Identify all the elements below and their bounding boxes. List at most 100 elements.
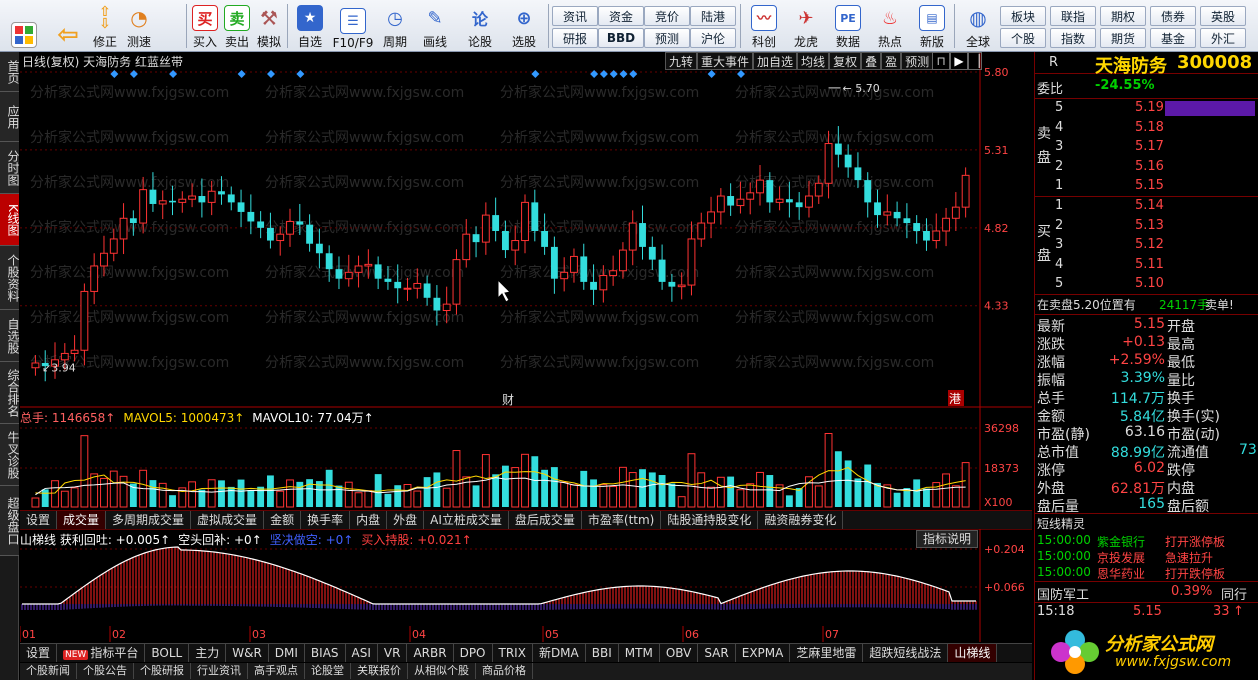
hotspot-button[interactable]: ♨ 热点 (870, 2, 910, 50)
panel-toggle-icon[interactable]: ▕ (968, 52, 982, 70)
info-tab-2[interactable]: 个股研报 (134, 663, 191, 679)
vol-tab-8[interactable]: AI立桩成交量 (424, 511, 509, 529)
revise-button[interactable]: ⇧ ⇩ 修正 (88, 2, 122, 50)
period-button[interactable]: ◷ 周期 (378, 2, 412, 50)
ind-tab-8[interactable]: VR (378, 644, 408, 662)
ind-tab-6[interactable]: BIAS (305, 644, 346, 662)
mini-btn-auction[interactable]: 竞价 (644, 6, 690, 26)
indicator-explain-button[interactable]: 指标说明 (916, 530, 978, 548)
lock-icon[interactable]: ⊓ (932, 52, 950, 70)
nav-home[interactable]: 首页 (0, 52, 20, 92)
mini-btn-ukstock[interactable]: 英股 (1200, 6, 1246, 26)
sell-button[interactable]: 卖卖出 (222, 2, 252, 50)
info-tab-8[interactable]: 商品价格 (476, 663, 533, 679)
mini-btn-funds[interactable]: 资金 (598, 6, 644, 26)
nav-super-handicap[interactable]: 超级盘口 (0, 486, 20, 556)
info-tab-6[interactable]: 关联报价 (351, 663, 408, 679)
dragon-button[interactable]: ✈ 龙虎 (786, 2, 826, 50)
mini-btn-lianzhi[interactable]: 联指 (1050, 6, 1096, 26)
chart-top-btn-2[interactable]: 加自选 (753, 52, 798, 70)
mini-btn-futures[interactable]: 期货 (1100, 28, 1146, 48)
ind-tab-2[interactable]: BOLL (145, 644, 190, 662)
vol-tab-4[interactable]: 金额 (264, 511, 302, 529)
ind-tab-10[interactable]: DPO (454, 644, 493, 662)
ind-tab-12[interactable]: 新DMA (533, 644, 586, 662)
mini-btn-bbd[interactable]: BBD (598, 28, 644, 48)
info-tab-4[interactable]: 高手观点 (248, 663, 305, 679)
ind-tab-5[interactable]: DMI (269, 644, 305, 662)
ind-tab-20[interactable]: 山梯线 (948, 644, 998, 662)
chart-top-btn-1[interactable]: 重大事件 (697, 52, 754, 70)
kline-chart-svg[interactable]: 分析家公式网www.fxjgsw.com 分析家公式网www.fxjgsw.com… (19, 52, 1032, 642)
vol-tab-7[interactable]: 外盘 (387, 511, 425, 529)
ind-tab-15[interactable]: OBV (660, 644, 699, 662)
ind-tab-1[interactable]: NEW 指标平台 (57, 644, 146, 662)
nav-watchlist[interactable]: 自选股 (0, 310, 20, 362)
info-tab-0[interactable]: 个股新闻 (20, 663, 77, 679)
vol-tab-2[interactable]: 多周期成交量 (106, 511, 192, 529)
info-tab-7[interactable]: 从相似个股 (408, 663, 476, 679)
chart-top-btn-5[interactable]: 叠 (861, 52, 882, 70)
sector-row[interactable]: 国防军工 0.39% 同行 (1035, 584, 1258, 603)
ind-tab-18[interactable]: 芝麻里地雷 (790, 644, 864, 662)
chart-top-btn-4[interactable]: 复权 (829, 52, 862, 70)
mini-btn-funds2[interactable]: 基金 (1150, 28, 1196, 48)
vol-tab-3[interactable]: 虚拟成交量 (191, 511, 265, 529)
mini-btn-landport[interactable]: 陆港 (690, 6, 736, 26)
chart-top-btn-3[interactable]: 均线 (797, 52, 830, 70)
f10-button[interactable]: ☰ F10/F9 (330, 2, 376, 50)
vol-tab-6[interactable]: 内盘 (350, 511, 388, 529)
draw-line-button[interactable]: ✎ 画线 (418, 2, 452, 50)
ind-tab-0[interactable]: 设置 (20, 644, 58, 662)
mini-btn-research[interactable]: 研报 (552, 28, 598, 48)
ind-tab-16[interactable]: SAR (698, 644, 736, 662)
discuss-button[interactable]: 论论股 (462, 2, 498, 50)
event-marker-gang[interactable]: 港 (949, 392, 961, 406)
ind-tab-19[interactable]: 超跌短线战法 (863, 644, 949, 662)
mini-btn-stock[interactable]: 个股 (1000, 28, 1046, 48)
nav-diagnosis[interactable]: 牛叉诊股 (0, 424, 20, 486)
global-button[interactable]: ◍ 全球 (958, 2, 998, 50)
vol-tab-10[interactable]: 市盈率(ttm) (582, 511, 662, 529)
new-version-button[interactable]: ▤ 新版 (912, 2, 952, 50)
mini-btn-index[interactable]: 指数 (1050, 28, 1096, 48)
ind-tab-9[interactable]: ARBR (407, 644, 454, 662)
nav-stock-info[interactable]: 个股资料 (0, 246, 20, 310)
vol-tab-0[interactable]: 设置 (20, 511, 58, 529)
ind-tab-11[interactable]: TRIX (493, 644, 533, 662)
info-tab-5[interactable]: 论股堂 (305, 663, 351, 679)
mini-btn-bonds[interactable]: 债券 (1150, 6, 1196, 26)
mini-btn-sector[interactable]: 板块 (1000, 6, 1046, 26)
chart-top-btn-7[interactable]: 预测 (901, 52, 934, 70)
vol-tab-1[interactable]: 成交量 (57, 511, 107, 529)
expand-icon[interactable]: ▶ (950, 52, 968, 70)
info-tab-1[interactable]: 个股公告 (77, 663, 134, 679)
info-tab-3[interactable]: 行业资讯 (191, 663, 248, 679)
nav-timeshare[interactable]: 分时图 (0, 142, 20, 194)
nav-ranking[interactable]: 综合排名 (0, 362, 20, 424)
mini-btn-shlondon[interactable]: 沪伦 (690, 28, 736, 48)
nav-apps[interactable]: 应用 (0, 92, 20, 142)
ind-tab-13[interactable]: BBI (586, 644, 619, 662)
ind-tab-14[interactable]: MTM (619, 644, 660, 662)
ind-tab-4[interactable]: W&R (226, 644, 269, 662)
simulate-button[interactable]: ⚒ 模拟 (254, 2, 284, 50)
mini-btn-news[interactable]: 资讯 (552, 6, 598, 26)
buy-button[interactable]: 买买入 (190, 2, 220, 50)
mini-btn-forecast[interactable]: 预测 (644, 28, 690, 48)
speed-test-button[interactable]: ◔ 测速 (124, 2, 154, 50)
vol-tab-12[interactable]: 融资融券变化 (758, 511, 844, 529)
ind-tab-3[interactable]: 主力 (189, 644, 227, 662)
grid-icon-button[interactable] (6, 2, 42, 50)
event-marker-cai[interactable]: 财 (502, 393, 514, 407)
chart-top-btn-0[interactable]: 九转 (665, 52, 698, 70)
nav-kline[interactable]: K线图 (0, 194, 20, 246)
ind-tab-17[interactable]: EXPMA (736, 644, 791, 662)
chart-top-btn-6[interactable]: 盈 (881, 52, 902, 70)
watchlist-button[interactable]: ★ 自选 (292, 2, 328, 50)
vol-tab-5[interactable]: 换手率 (301, 511, 351, 529)
ind-tab-7[interactable]: ASI (346, 644, 378, 662)
data-button[interactable]: PE 数据 (828, 2, 868, 50)
mini-btn-forex[interactable]: 外汇 (1200, 28, 1246, 48)
kechuang-button[interactable]: 〰科创 (744, 2, 784, 50)
